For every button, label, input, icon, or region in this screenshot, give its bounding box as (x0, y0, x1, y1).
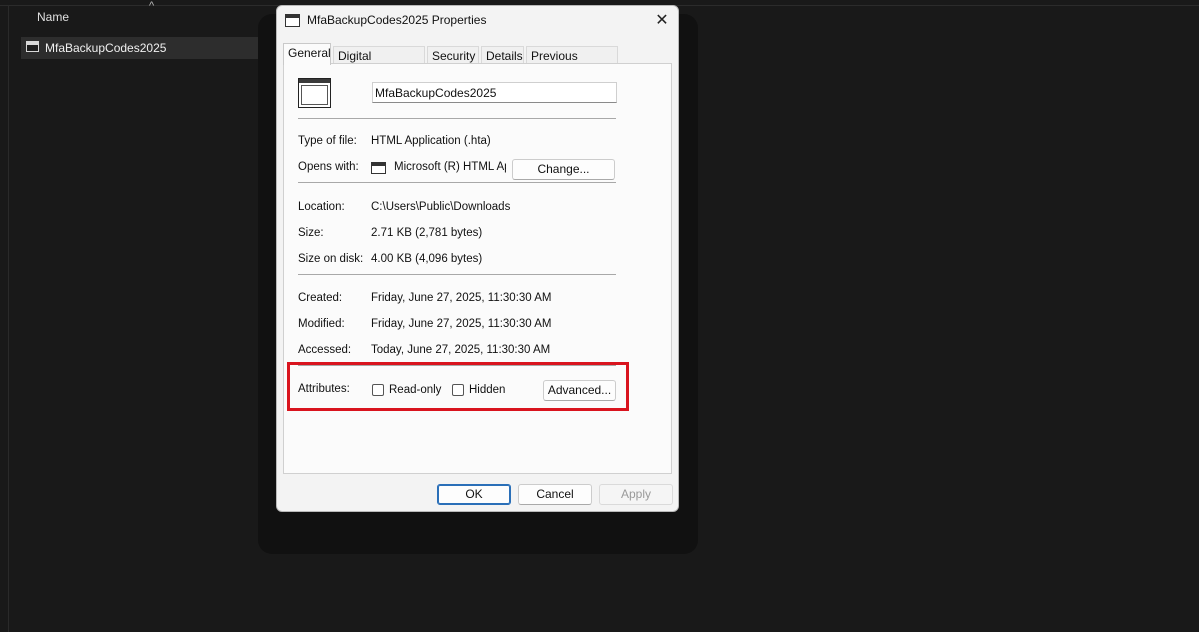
tab-general[interactable]: General (283, 43, 331, 65)
ok-button[interactable]: OK (437, 484, 511, 505)
general-tab-panel: Type of file: HTML Application (.hta) Op… (283, 63, 672, 474)
apply-button[interactable]: Apply (599, 484, 673, 505)
cancel-button[interactable]: Cancel (518, 484, 592, 505)
type-of-file-label: Type of file: (298, 135, 357, 147)
properties-dialog: MfaBackupCodes2025 Properties ✕ General … (276, 5, 679, 512)
created-label: Created: (298, 292, 343, 304)
column-header-name[interactable]: Name (37, 10, 69, 24)
tab-security[interactable]: Security (427, 46, 479, 64)
created-value: Friday, June 27, 2025, 11:30:30 AM (371, 292, 552, 304)
hta-file-icon (26, 41, 39, 52)
dialog-title: MfaBackupCodes2025 Properties (307, 13, 487, 27)
file-name-input[interactable] (372, 82, 617, 103)
separator (298, 118, 616, 119)
opens-with-value: Microsoft (R) HTML Application (394, 161, 506, 173)
separator (298, 274, 616, 275)
type-of-file-value: HTML Application (.hta) (371, 135, 491, 147)
navigation-pane-divider (8, 5, 9, 632)
mshta-app-icon (371, 162, 386, 174)
accessed-label: Accessed: (298, 344, 352, 356)
window-app-icon (285, 14, 300, 27)
separator (298, 182, 616, 183)
sort-ascending-icon: ^ (149, 0, 155, 12)
location-value: C:\Users\Public\Downloads (371, 201, 511, 213)
size-label: Size: (298, 227, 324, 239)
close-icon: ✕ (655, 12, 669, 29)
file-type-icon (298, 78, 331, 108)
modified-value: Friday, June 27, 2025, 11:30:30 AM (371, 318, 552, 330)
file-name: MfaBackupCodes2025 (45, 41, 167, 55)
tab-details[interactable]: Details (481, 46, 524, 64)
location-label: Location: (298, 201, 345, 213)
attributes-highlight-box (287, 362, 629, 411)
change-button[interactable]: Change... (512, 159, 615, 180)
tab-previous-versions[interactable]: Previous Versions (526, 46, 618, 81)
size-value: 2.71 KB (2,781 bytes) (371, 227, 483, 239)
opens-with-label: Opens with: (298, 161, 359, 173)
close-button[interactable]: ✕ (649, 9, 675, 33)
file-list-item[interactable]: MfaBackupCodes2025 (21, 37, 281, 59)
tab-digital-signatures[interactable]: Digital Signatures (333, 46, 425, 81)
size-on-disk-value: 4.00 KB (4,096 bytes) (371, 253, 483, 265)
modified-label: Modified: (298, 318, 345, 330)
size-on-disk-label: Size on disk: (298, 253, 364, 265)
accessed-value: Today, June 27, 2025, 11:30:30 AM (371, 344, 551, 356)
